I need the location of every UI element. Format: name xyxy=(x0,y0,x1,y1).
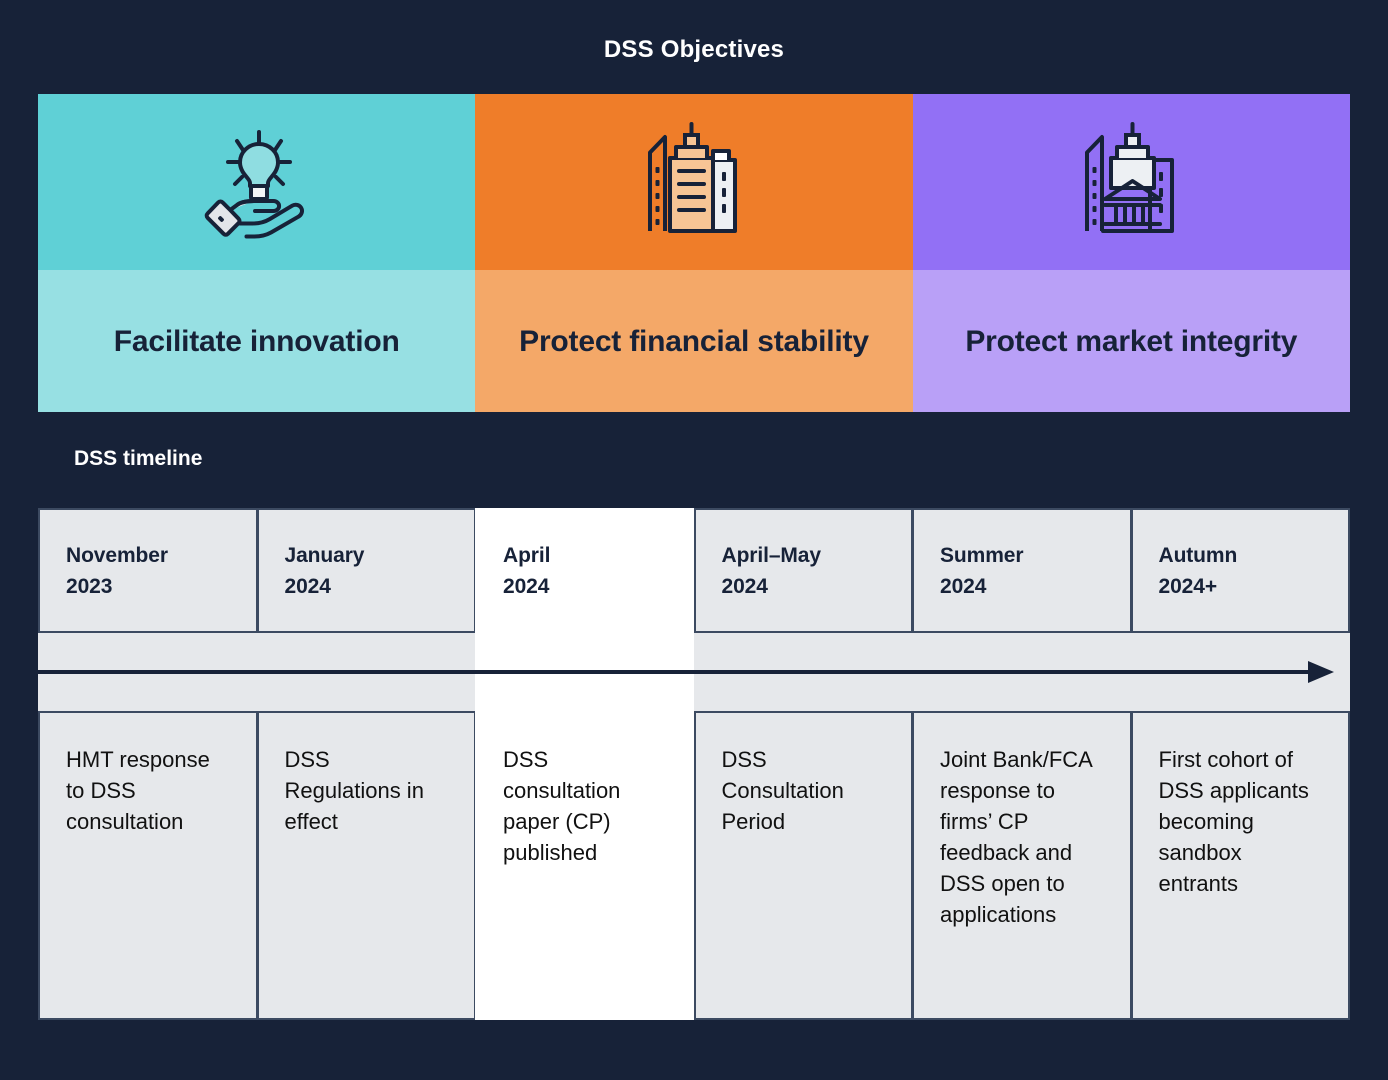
timeline-period-label: Summer 2024 xyxy=(940,544,1024,598)
timeline-period-label: April–May 2024 xyxy=(721,544,822,598)
timeline-arrow-segment xyxy=(694,633,913,711)
timeline-arrow-row xyxy=(38,633,1351,711)
timeline-period-label: April 2024 xyxy=(503,544,551,598)
timeline-event-cell-highlighted[interactable]: DSS consultation paper (CP) published xyxy=(475,711,695,1020)
timeline-event-cell[interactable]: Joint Bank/FCA response to firms’ CP fee… xyxy=(912,711,1132,1020)
objective-card-protect-market-integrity: Protect market integrity xyxy=(912,94,1350,412)
timeline-period-label: November 2023 xyxy=(66,544,168,598)
timeline-period-cell[interactable]: November 2023 xyxy=(38,508,258,633)
timeline-period-row: November 2023 January 2024 April 2024 April… xyxy=(38,508,1350,633)
objectives-section: Facilitate innovation Protect financial … xyxy=(38,94,1350,412)
objective-card-protect-financial-stability: Protect financial stability xyxy=(475,94,913,412)
objective-icon-area xyxy=(38,94,476,270)
timeline-period-cell-highlighted[interactable]: April 2024 xyxy=(475,508,695,633)
objective-icon-area xyxy=(912,94,1350,270)
objective-label-area: Protect market integrity xyxy=(912,270,1350,412)
timeline-arrow-segment xyxy=(912,633,1132,711)
objective-card-facilitate-innovation: Facilitate innovation xyxy=(38,94,476,412)
timeline-event-text: First cohort of DSS applicants becoming … xyxy=(1158,747,1309,896)
objective-icon-area xyxy=(475,94,913,270)
timeline-arrow-segment xyxy=(1131,633,1351,711)
timeline-event-cell[interactable]: DSS Consultation Period xyxy=(693,711,913,1020)
bank-institution-icon xyxy=(1071,120,1191,245)
timeline-heading: DSS timeline xyxy=(74,447,203,470)
timeline-event-text: DSS Consultation Period xyxy=(721,747,844,834)
timeline-event-cell[interactable]: DSS Regulations in effect xyxy=(256,711,476,1020)
lightbulb-in-hand-icon xyxy=(197,120,317,245)
objective-label-area: Protect financial stability xyxy=(475,270,913,412)
timeline-event-text: Joint Bank/FCA response to firms’ CP fee… xyxy=(940,747,1092,927)
city-buildings-icon xyxy=(634,120,754,245)
objective-label: Protect financial stability xyxy=(519,324,869,358)
timeline-event-cell[interactable]: HMT response to DSS consultation xyxy=(38,711,258,1020)
timeline-event-text: DSS Regulations in effect xyxy=(284,747,424,834)
timeline-period-cell[interactable]: Autumn 2024+ xyxy=(1130,508,1350,633)
timeline-arrow-segment xyxy=(38,633,257,711)
objective-label: Facilitate innovation xyxy=(113,324,400,358)
timeline-event-row: HMT response to DSS consultation DSS Reg… xyxy=(38,711,1350,1020)
timeline-arrow-segment xyxy=(256,633,476,711)
timeline-period-label: January 2024 xyxy=(284,544,365,598)
timeline-period-cell[interactable]: April–May 2024 xyxy=(693,508,913,633)
timeline-event-cell[interactable]: First cohort of DSS applicants becoming … xyxy=(1130,711,1350,1020)
timeline-period-label: Autumn 2024+ xyxy=(1158,544,1238,598)
timeline-period-cell[interactable]: January 2024 xyxy=(256,508,476,633)
objective-label: Protect market integrity xyxy=(965,324,1298,358)
timeline-event-text: DSS consultation paper (CP) published xyxy=(503,747,621,865)
timeline-period-cell[interactable]: Summer 2024 xyxy=(912,508,1132,633)
objective-label-area: Facilitate innovation xyxy=(38,270,476,412)
timeline-event-text: HMT response to DSS consultation xyxy=(66,747,210,834)
timeline-section: November 2023 January 2024 April 2024 April… xyxy=(38,508,1351,1020)
timeline-arrow-segment-highlighted xyxy=(475,633,695,711)
page-title: DSS Objectives xyxy=(603,36,785,63)
